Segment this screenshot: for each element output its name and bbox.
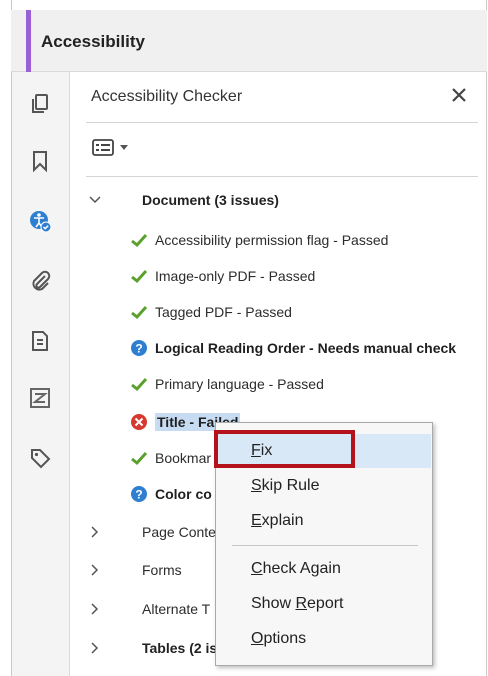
tree-item-label: Logical Reading Order - Needs manual che… bbox=[155, 340, 457, 356]
tree-group-label: Page Conte bbox=[142, 524, 216, 540]
tree-item-label: Bookmar bbox=[155, 450, 212, 466]
close-button[interactable] bbox=[448, 84, 470, 106]
svg-text:?: ? bbox=[135, 488, 142, 502]
mnemonic: S bbox=[251, 477, 262, 494]
svg-text:?: ? bbox=[135, 342, 142, 356]
tree-item-label: Tagged PDF - Passed bbox=[155, 304, 292, 320]
menu-item-show-report[interactable]: Show Report bbox=[217, 587, 431, 621]
panel-title: Accessibility Checker bbox=[91, 88, 243, 105]
check-passed-icon bbox=[130, 375, 148, 393]
fix-highlight-box bbox=[214, 430, 355, 468]
menu-item-label: kip Rule bbox=[261, 477, 320, 494]
content-icon[interactable] bbox=[26, 384, 54, 412]
mnemonic: O bbox=[251, 630, 264, 647]
tree-item[interactable]: Bookmar bbox=[130, 440, 211, 476]
rail-active-indicator bbox=[70, 135, 78, 151]
menu-item-label: xplain bbox=[261, 512, 304, 529]
menu-item-options[interactable]: Options bbox=[217, 622, 431, 656]
menu-item-label: ptions bbox=[263, 630, 307, 647]
check-passed-icon bbox=[130, 449, 148, 467]
tree-item[interactable]: ? Color co bbox=[130, 476, 212, 512]
tool-rail bbox=[12, 72, 78, 676]
list-options-icon bbox=[92, 139, 114, 156]
close-icon bbox=[452, 88, 466, 102]
failed-icon bbox=[130, 413, 148, 431]
header-accent-bar bbox=[26, 10, 31, 72]
document-icon[interactable] bbox=[26, 327, 54, 355]
chevron-right-icon bbox=[88, 641, 102, 655]
menu-item-label: Show bbox=[251, 595, 296, 612]
check-passed-icon bbox=[130, 267, 148, 285]
mnemonic: E bbox=[251, 512, 262, 529]
tree-item[interactable]: Tagged PDF - Passed bbox=[130, 294, 292, 330]
attachment-icon[interactable] bbox=[26, 267, 54, 295]
bookmark-icon[interactable] bbox=[26, 147, 54, 175]
pages-icon[interactable] bbox=[26, 90, 54, 118]
tree-group-label: Document (3 issues) bbox=[142, 192, 279, 208]
tag-icon[interactable] bbox=[26, 444, 54, 472]
menu-item-explain[interactable]: Explain bbox=[217, 504, 431, 538]
tree-item-label: Accessibility permission flag - Passed bbox=[155, 232, 389, 248]
chevron-right-icon bbox=[88, 563, 102, 577]
tree-group-document[interactable]: Document (3 issues) bbox=[86, 182, 478, 218]
tree-group-label: Tables (2 is bbox=[142, 640, 218, 656]
chevron-right-icon bbox=[88, 602, 102, 616]
tree-item[interactable]: Accessibility permission flag - Passed bbox=[130, 222, 388, 258]
chevron-down-icon bbox=[88, 193, 102, 207]
chevron-right-icon bbox=[88, 525, 102, 539]
check-passed-icon bbox=[130, 303, 148, 321]
manual-check-icon: ? bbox=[130, 339, 148, 357]
chevron-down-icon bbox=[120, 145, 128, 150]
menu-item-label: eport bbox=[307, 595, 344, 612]
tree-item-label: Image-only PDF - Passed bbox=[155, 268, 316, 284]
tree-group-label: Alternate T bbox=[142, 601, 211, 617]
menu-separator bbox=[232, 545, 418, 546]
menu-item-check-again[interactable]: Check Again bbox=[217, 552, 431, 586]
tree-item[interactable]: Image-only PDF - Passed bbox=[130, 258, 315, 294]
menu-item-skip-rule[interactable]: Skip Rule bbox=[217, 469, 431, 503]
header-title: Accessibility bbox=[41, 32, 145, 51]
options-dropdown-button[interactable] bbox=[92, 137, 134, 159]
accessibility-icon[interactable] bbox=[26, 207, 54, 235]
tree-item[interactable]: ? Logical Reading Order - Needs manual c… bbox=[130, 330, 456, 366]
tree-item-label: Primary language - Passed bbox=[155, 376, 324, 392]
menu-item-label: heck Again bbox=[262, 560, 341, 577]
panel-header: Accessibility bbox=[11, 10, 487, 72]
toolbar-divider bbox=[86, 176, 478, 177]
tree-group-label: Forms bbox=[142, 562, 182, 578]
check-passed-icon bbox=[130, 231, 148, 249]
tree-item[interactable]: Primary language - Passed bbox=[130, 366, 324, 402]
tree-item-label: Color co bbox=[155, 486, 212, 502]
mnemonic: C bbox=[251, 560, 263, 577]
header-divider bbox=[86, 122, 478, 123]
manual-check-icon: ? bbox=[130, 485, 148, 503]
mnemonic: R bbox=[295, 595, 308, 612]
